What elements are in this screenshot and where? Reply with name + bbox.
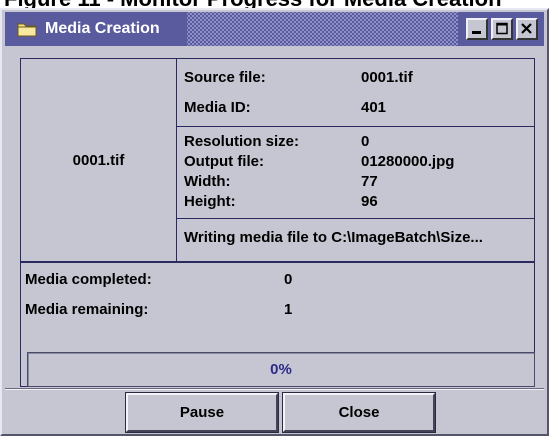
progress-bar: 0% <box>27 352 535 387</box>
window-controls <box>458 12 544 46</box>
height-label: Height: <box>184 193 236 210</box>
details-divider-bottom <box>177 218 534 219</box>
source-file-label: Source file: <box>184 69 266 86</box>
details-panel: 0001.tif Source file: 0001.tif Media ID:… <box>20 58 535 262</box>
media-id-label: Media ID: <box>184 99 251 116</box>
maximize-icon <box>496 22 508 35</box>
media-completed-label: Media completed: <box>25 271 152 288</box>
current-file-name: 0001.tif <box>21 59 177 261</box>
source-file-value: 0001.tif <box>361 69 413 86</box>
media-remaining-value: 1 <box>284 301 293 318</box>
output-file-label: Output file: <box>184 153 264 170</box>
status-message: Writing media file to C:\ImageBatch\Size… <box>184 229 483 246</box>
progress-label: 0% <box>270 361 292 378</box>
minimize-icon <box>472 31 481 34</box>
pause-button[interactable]: Pause <box>125 392 279 433</box>
resolution-size-value: 0 <box>361 133 370 150</box>
minimize-button[interactable] <box>466 18 488 40</box>
folder-icon <box>17 23 37 37</box>
media-id-value: 401 <box>361 99 387 116</box>
title-bar[interactable]: Media Creation <box>5 12 544 46</box>
resolution-size-label: Resolution size: <box>184 133 300 150</box>
details-divider-top <box>177 126 534 127</box>
media-remaining-label: Media remaining: <box>25 301 149 318</box>
close-window-button[interactable] <box>516 18 538 40</box>
media-completed-value: 0 <box>284 271 293 288</box>
close-icon <box>521 23 532 34</box>
height-value: 96 <box>361 193 378 210</box>
width-label: Width: <box>184 173 231 190</box>
button-separator <box>5 388 544 390</box>
title-area: Media Creation <box>5 12 187 46</box>
output-file-value: 01280000.jpg <box>361 153 455 170</box>
media-creation-window: Media Creation 0001.tif Source file: 000… <box>0 8 549 436</box>
window-title: Media Creation <box>45 20 160 37</box>
maximize-button[interactable] <box>491 18 513 40</box>
width-value: 77 <box>361 173 378 190</box>
close-button[interactable]: Close <box>282 392 436 433</box>
